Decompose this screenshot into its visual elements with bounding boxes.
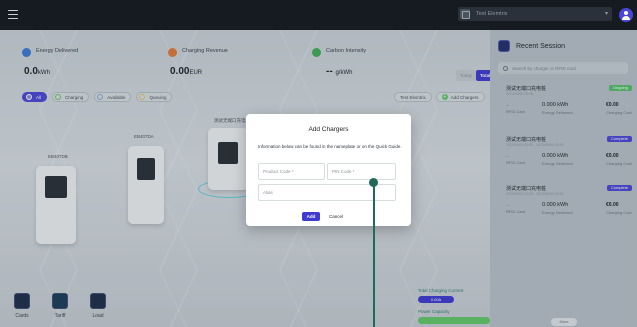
- site-icon: [460, 9, 470, 19]
- pointer-line: [373, 181, 375, 327]
- menu-icon[interactable]: [8, 10, 18, 19]
- site-selector[interactable]: Test Elemtrix ▾: [458, 7, 612, 21]
- pin-code-field[interactable]: PIN Code *: [327, 163, 396, 180]
- product-code-field[interactable]: Product Code *: [258, 163, 325, 180]
- add-button[interactable]: Add: [302, 212, 320, 221]
- avatar-icon[interactable]: [619, 8, 633, 22]
- pointer-dot: [369, 178, 378, 187]
- top-bar: Test Elemtrix ▾: [0, 0, 637, 30]
- dialog-title: Add Chargers: [308, 126, 349, 133]
- cancel-button[interactable]: Cancel: [329, 212, 343, 221]
- chevron-down-icon: ▾: [604, 11, 608, 17]
- dialog-info: Information below can be found in the na…: [258, 144, 402, 149]
- site-name: Test Elemtrix: [476, 11, 508, 17]
- add-chargers-dialog: Add Chargers Information below can be fo…: [246, 114, 411, 226]
